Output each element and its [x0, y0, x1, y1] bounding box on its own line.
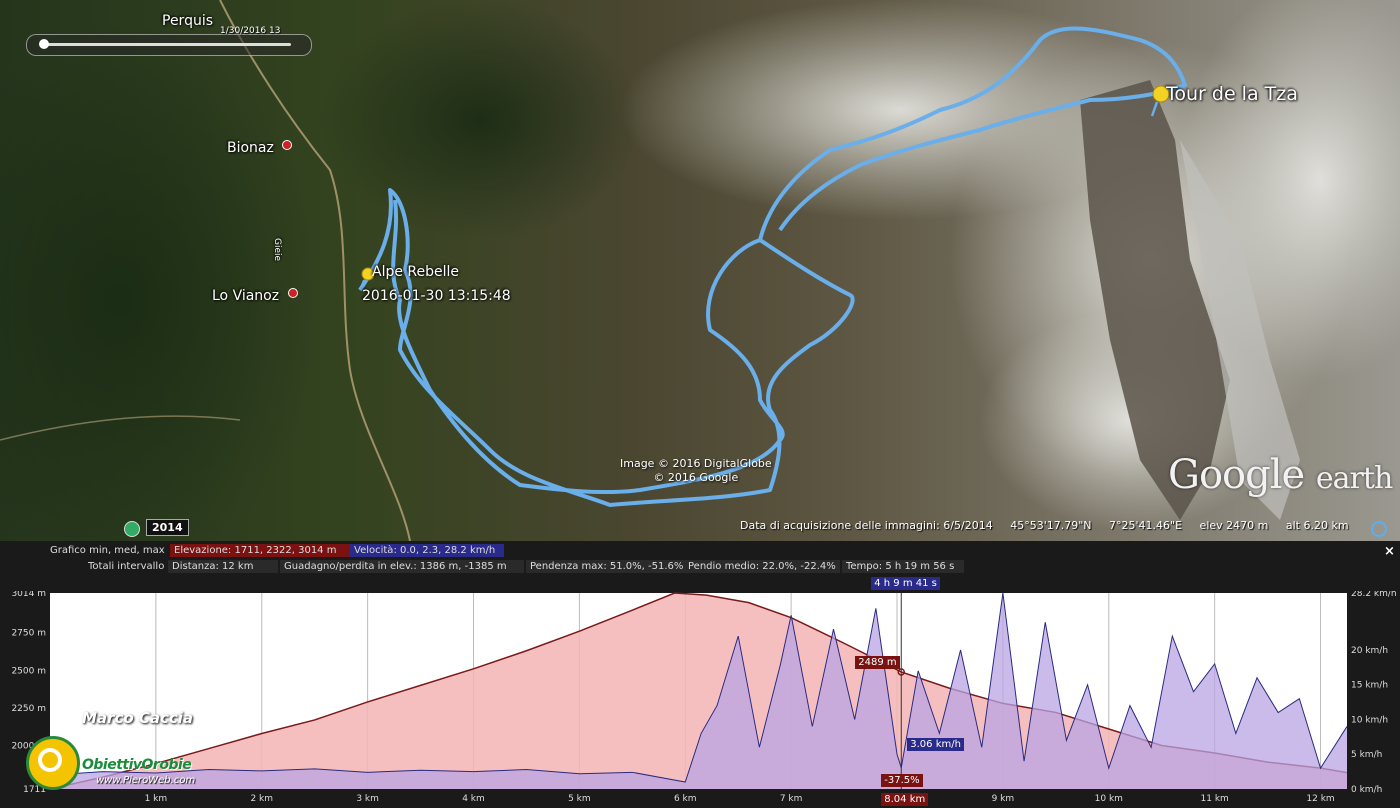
right-axis-tick-label: 20 km/h: [1351, 646, 1388, 656]
status-bar: Data di acquisizione delle immagini: 6/5…: [740, 519, 1363, 532]
cursor-speed-callout: 3.06 km/h: [907, 737, 964, 751]
x-tick-label: 1 km: [145, 794, 168, 804]
stat-velocita[interactable]: Velocità: 0.0, 2.3, 28.2 km/h: [350, 544, 504, 557]
right-axis-tick-label: 5 km/h: [1351, 750, 1382, 760]
altitude-readout: alt 6.20 km: [1285, 519, 1349, 532]
stat-pendio: Pendio medio: 22.0%, -22.4%: [684, 560, 840, 573]
logo-google: Google: [1168, 452, 1305, 498]
stat-pendenza: Pendenza max: 51.0%, -51.6%: [526, 560, 684, 573]
time-slider-track[interactable]: [47, 43, 291, 46]
left-axis-tick-label: 3014 m: [11, 591, 46, 599]
stat-tempo: Tempo: 5 h 19 m 56 s: [842, 560, 964, 573]
elevation-readout: elev 2470 m: [1199, 519, 1269, 532]
left-axis-tick-label: 2750 m: [11, 629, 46, 639]
right-axis-tick-label: 15 km/h: [1351, 681, 1388, 691]
cursor-elevation-callout: 2489 m: [855, 655, 900, 669]
stat-distanza: Distanza: 12 km: [168, 560, 278, 573]
track-upper-loop: [758, 26, 1187, 241]
x-tick-label: 4 km: [462, 794, 485, 804]
satellite-map[interactable]: Perquis 1/30/2016 13 Bionaz Lo Vianoz Gi…: [0, 0, 1400, 541]
time-slider-date: 1/30/2016 13: [220, 26, 281, 36]
placemark-label-tour-de-la-tza: Tour de la Tza: [1166, 83, 1298, 105]
place-label-perquis: Perquis: [162, 13, 214, 29]
longitude-readout: 7°25'41.46"E: [1109, 519, 1183, 532]
x-tick-label: 6 km: [674, 794, 697, 804]
watermark-url: www.PieroWeb.com: [96, 775, 196, 786]
place-marker-bionaz[interactable]: [282, 140, 292, 150]
x-tick-label: 11 km: [1201, 794, 1229, 804]
google-earth-logo: Google earth: [1168, 452, 1393, 498]
copyright-line-2: © 2016 Google: [653, 471, 739, 484]
road-label: Gieie: [272, 238, 282, 262]
stat-guadagno: Guadagno/perdita in elev.: 1386 m, -1385…: [280, 560, 524, 573]
cursor-slope-callout: -37.5%: [881, 774, 923, 787]
stat-elevazione[interactable]: Elevazione: 1711, 2322, 3014 m: [170, 544, 350, 557]
cursor-time-callout: 4 h 9 m 41 s: [871, 577, 940, 590]
stat-totali-label: Totali intervallo: [88, 561, 165, 572]
place-label-lo-vianoz: Lo Vianoz: [212, 288, 280, 304]
right-axis-tick-label: 28.2 km/h: [1351, 591, 1397, 599]
track-lower-loop: [358, 188, 855, 507]
elevation-speed-chart[interactable]: 17112000 m2250 m2500 m2750 m3014 m 0 km/…: [0, 591, 1400, 808]
navigation-ring-icon[interactable]: [1371, 521, 1387, 537]
x-tick-label: 2 km: [250, 794, 273, 804]
clock-icon[interactable]: [124, 521, 140, 537]
logo-earth: earth: [1315, 461, 1393, 496]
copyright-line-1: Image © 2016 DigitalGlobe: [620, 457, 772, 470]
x-tick-label: 9 km: [992, 794, 1015, 804]
x-tick-label: 12 km: [1306, 794, 1334, 804]
left-axis-tick-label: 2250 m: [11, 704, 46, 714]
watermark-brand: ObiettivOrobie: [82, 757, 192, 773]
placemark-label-alpe-rebelle: Alpe Rebelle: [372, 264, 460, 280]
time-slider[interactable]: [26, 34, 312, 56]
x-tick-label: 10 km: [1095, 794, 1123, 804]
right-axis-tick-label: 0 km/h: [1351, 785, 1382, 795]
stat-grafico-label: Grafico min, med, max: [50, 545, 165, 556]
time-slider-handle[interactable]: [39, 39, 49, 49]
start-timestamp-label: 2016-01-30 13:15:48: [362, 288, 511, 304]
acquisition-date: Data di acquisizione delle immagini: 6/5…: [740, 519, 993, 532]
elevation-profile-panel: Grafico min, med, max Elevazione: 1711, …: [0, 541, 1400, 808]
latitude-readout: 45°53'17.79"N: [1010, 519, 1092, 532]
x-tick-label: 3 km: [356, 794, 379, 804]
close-profile-button[interactable]: ×: [1384, 544, 1395, 559]
place-marker-lo-vianoz[interactable]: [288, 288, 298, 298]
x-tick-label: 5 km: [568, 794, 591, 804]
x-tick-label: 7 km: [780, 794, 803, 804]
left-axis-tick-label: 2500 m: [11, 666, 46, 676]
right-axis-tick-label: 10 km/h: [1351, 715, 1388, 725]
place-label-bionaz: Bionaz: [227, 140, 274, 156]
cursor-distance-callout: 8.04 km: [881, 793, 929, 806]
imagery-copyright: Image © 2016 DigitalGlobe © 2016 Google: [620, 457, 772, 485]
obiettivorobie-logo: [26, 736, 80, 790]
historical-imagery-year[interactable]: 2014: [146, 519, 189, 536]
author-watermark: Marco Caccia: [82, 709, 194, 727]
